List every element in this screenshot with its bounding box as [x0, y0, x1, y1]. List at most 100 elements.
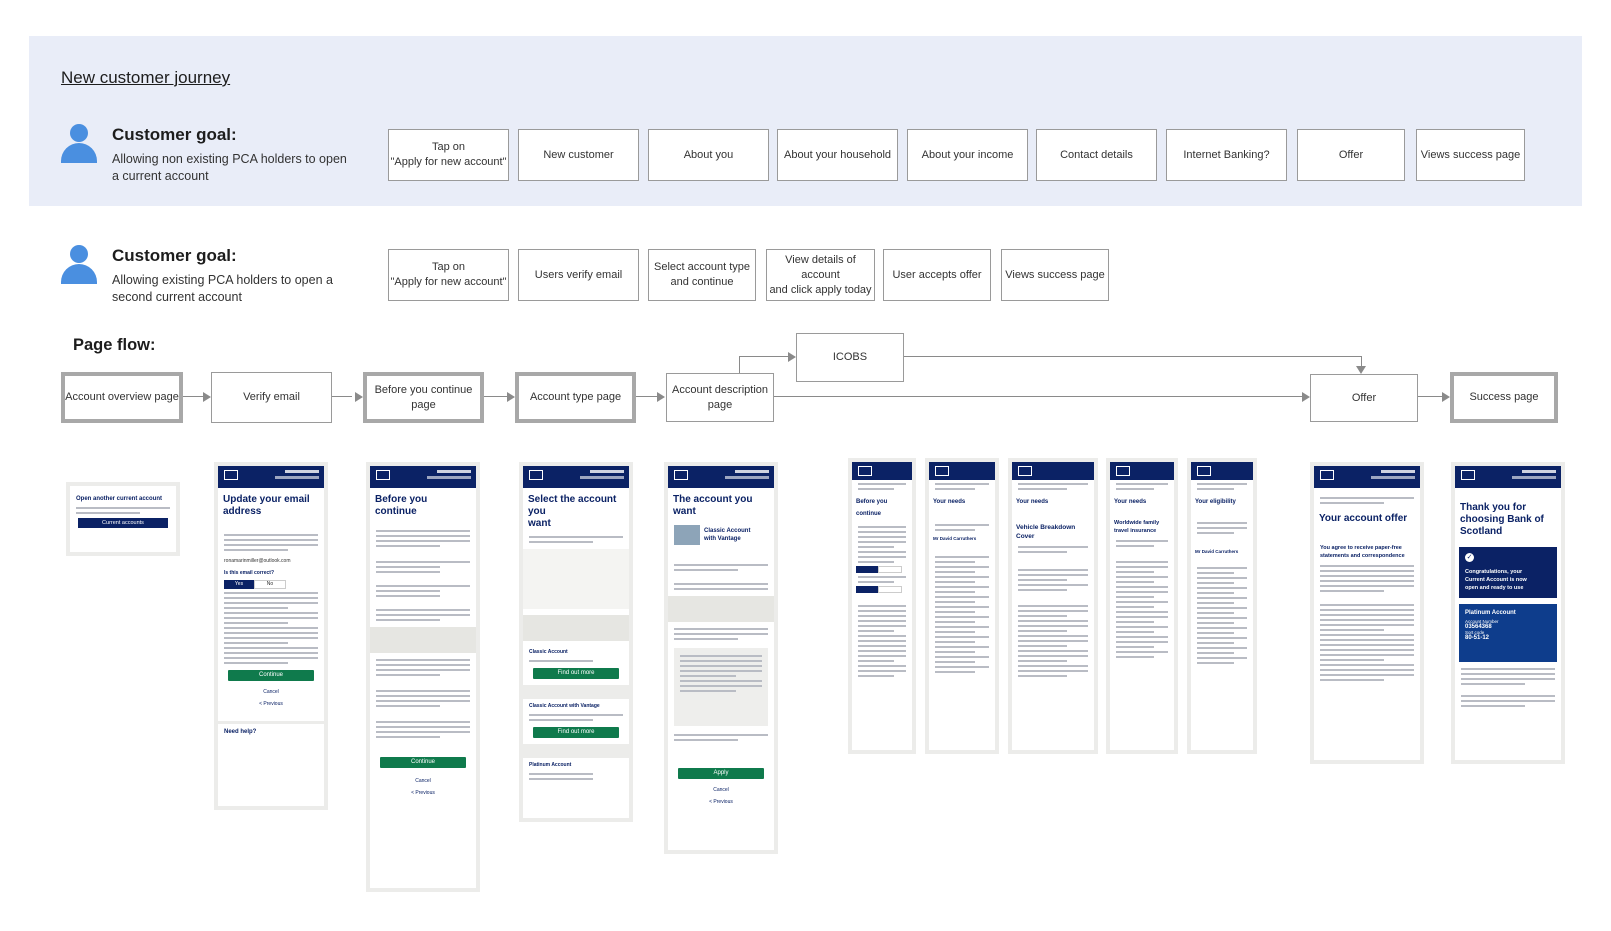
before-previous-link[interactable]: < Previous: [370, 790, 476, 796]
before-title: Before you continue: [375, 494, 428, 517]
icobs-4-sub: Worldwide family travel insurance: [1114, 520, 1160, 534]
bank-logo-icon: [858, 466, 872, 476]
offer-title: Your account offer: [1319, 513, 1408, 524]
step-existing-success: Views success page: [1001, 249, 1109, 301]
screen-verify-email: Update your email address ronamarinmille…: [214, 462, 328, 810]
no-toggle[interactable]: No: [254, 580, 286, 589]
bank-logo-icon: [1197, 466, 1211, 476]
step-contact: Contact details: [1036, 129, 1157, 181]
bank-logo-icon: [1018, 466, 1032, 476]
product-image: [674, 525, 700, 545]
description-title: The account you want: [673, 494, 753, 517]
icobs-2-title: Your needs: [933, 499, 966, 505]
arrow-icon: [507, 392, 515, 402]
arrow-icon: [1442, 392, 1450, 402]
screen-account-overview: Open another current account Current acc…: [66, 482, 180, 556]
goal-title-existing: Customer goal:: [112, 246, 237, 265]
verify-continue-button[interactable]: Continue: [228, 670, 314, 681]
find-out-more-button-1[interactable]: Find out more: [533, 668, 619, 679]
bank-logo-icon: [1320, 470, 1334, 480]
screen-icobs-4: Your needs Worldwide family travel insur…: [1106, 458, 1178, 754]
flow-verify-email: Verify email: [211, 372, 332, 423]
person-icon: [61, 124, 97, 164]
bank-logo-icon: [935, 466, 949, 476]
step-success: Views success page: [1416, 129, 1525, 181]
offer-sub: You agree to receive paper-free statemen…: [1320, 545, 1405, 559]
bank-logo-icon: [224, 470, 238, 480]
before-cancel-link[interactable]: Cancel: [370, 778, 476, 784]
description-cancel-link[interactable]: Cancel: [668, 787, 774, 793]
success-message: Congratulations, your Current Account is…: [1465, 569, 1527, 591]
icobs-2-name: Mr David Carruthers: [933, 536, 977, 541]
journey-title: New customer journey: [61, 68, 231, 87]
need-help-accordion[interactable]: Need help?: [218, 721, 324, 740]
type-account-1: Classic Account: [529, 649, 568, 655]
checkmark-icon: ✓: [1465, 553, 1474, 562]
screen-success: Thank you for choosing Bank of Scotland …: [1451, 462, 1565, 764]
goal-title-new: Customer goal:: [112, 125, 237, 144]
step-existing-apply: Tap on "Apply for new account": [388, 249, 509, 301]
goal-desc-existing: Allowing existing PCA holders to open a …: [112, 273, 333, 304]
success-account-name: Platinum Account: [1465, 610, 1516, 616]
icobs-5-title: Your eligibility: [1195, 499, 1236, 505]
find-out-more-button-2[interactable]: Find out more: [533, 727, 619, 738]
icobs-4-title: Your needs: [1114, 499, 1147, 505]
screen-offer: Your account offer You agree to receive …: [1310, 462, 1424, 764]
yes-toggle[interactable]: Yes: [224, 580, 254, 589]
bank-logo-icon: [1461, 470, 1475, 480]
before-continue-button[interactable]: Continue: [380, 757, 466, 768]
arrow-icon: [355, 392, 363, 402]
page-flow-title: Page flow:: [73, 336, 156, 354]
apply-button[interactable]: Apply: [678, 768, 764, 779]
goal-desc-new: Allowing non existing PCA holders to ope…: [112, 152, 347, 183]
bank-logo-icon: [674, 470, 688, 480]
type-title: Select the account you want: [528, 494, 617, 529]
screen-before-you-continue: Before you continue Continue Cancel < Pr…: [366, 462, 480, 892]
verify-cancel-link[interactable]: Cancel: [218, 689, 324, 695]
flow-account-type: Account type page: [515, 372, 636, 423]
icobs-1-title: Before you continue: [856, 499, 888, 517]
step-offer: Offer: [1297, 129, 1405, 181]
step-new-customer: New customer: [518, 129, 639, 181]
step-verify-email: Users verify email: [518, 249, 639, 301]
success-sort-code: 80-51-12: [1465, 635, 1490, 641]
flow-before-you-continue: Before you continue page: [363, 372, 484, 423]
icobs-3-sub: Vehicle Breakdown Cover: [1016, 524, 1076, 540]
flow-offer: Offer: [1310, 374, 1418, 422]
verify-question: Is this email correct?: [224, 570, 275, 576]
icobs-5-name: Mr David Carruthers: [1195, 549, 1239, 554]
step-household: About your household: [777, 129, 898, 181]
screen-icobs-1: Before you continue: [848, 458, 916, 754]
step-view-details: View details of account and click apply …: [766, 249, 875, 301]
arrow-icon: [203, 392, 211, 402]
flow-icobs: ICOBS: [796, 333, 904, 382]
description-previous-link[interactable]: < Previous: [668, 799, 774, 805]
overview-card-title: Open another current account: [76, 496, 163, 502]
screen-icobs-5: Your eligibility Mr David Carruthers: [1187, 458, 1257, 754]
step-about-you: About you: [648, 129, 769, 181]
verify-email-value: ronamarinmiller@outlook.com: [224, 558, 291, 564]
screen-icobs-3: Your needs Vehicle Breakdown Cover: [1008, 458, 1098, 754]
step-select-account: Select account type and continue: [648, 249, 756, 301]
bank-logo-icon: [376, 470, 390, 480]
icobs-3-title: Your needs: [1016, 499, 1049, 505]
current-accounts-button[interactable]: Current accounts: [78, 518, 168, 528]
step-internet-banking: Internet Banking?: [1166, 129, 1287, 181]
arrow-down-icon: [1356, 366, 1366, 374]
bank-logo-icon: [1116, 466, 1130, 476]
flow-account-description: Account description page: [666, 373, 774, 422]
success-title: Thank you for choosing Bank of Scotland: [1460, 502, 1544, 537]
screen-account-type: Select the account you want Classic Acco…: [519, 462, 633, 822]
type-account-3: Platinum Account: [529, 762, 572, 768]
step-new-apply: Tap on "Apply for new account": [388, 129, 509, 181]
step-accepts-offer: User accepts offer: [883, 249, 991, 301]
screen-account-description: The account you want Classic Account wit…: [664, 462, 778, 854]
verify-title: Update your email address: [223, 494, 310, 517]
person-icon: [61, 245, 97, 285]
arrow-icon: [788, 352, 796, 362]
arrow-icon: [1302, 392, 1310, 402]
flow-success: Success page: [1450, 372, 1558, 423]
step-income: About your income: [907, 129, 1028, 181]
bank-logo-icon: [529, 470, 543, 480]
flow-account-overview: Account overview page: [61, 372, 183, 423]
